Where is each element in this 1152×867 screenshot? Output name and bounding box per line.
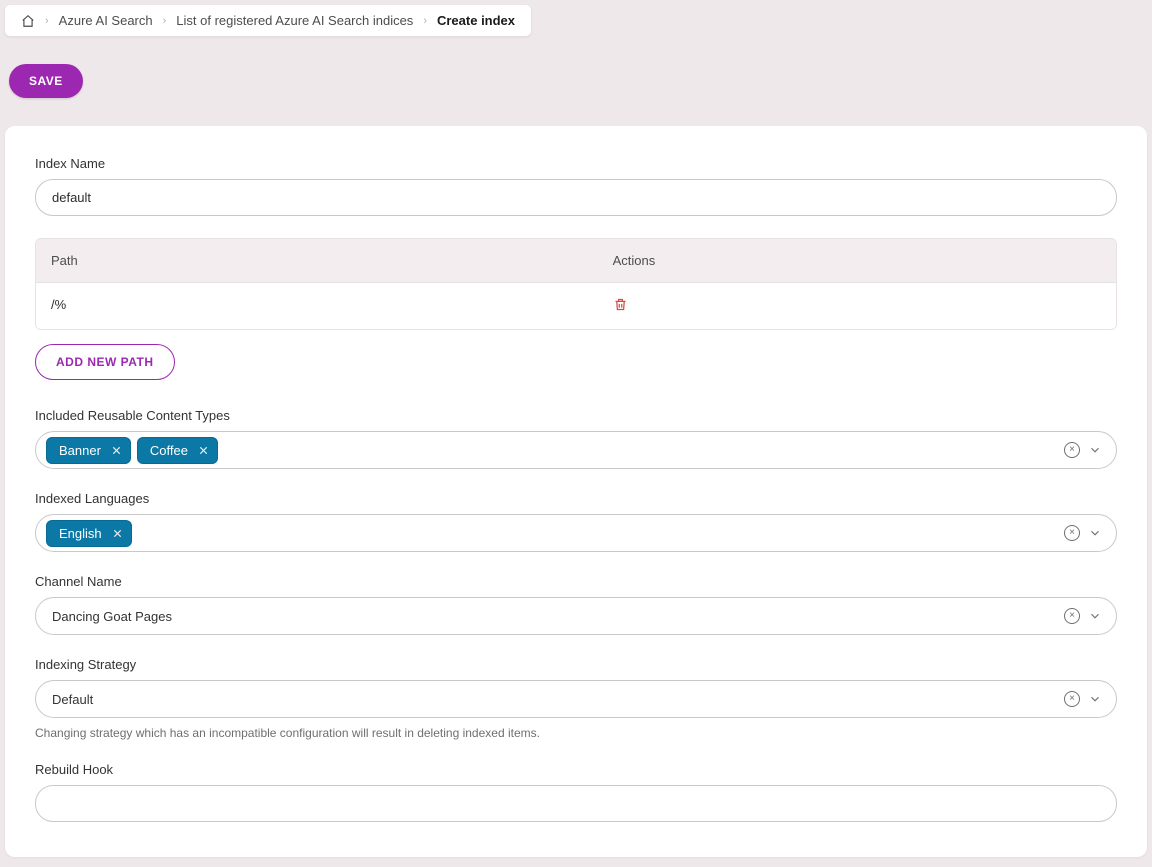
languages-select[interactable]: English ×: [35, 514, 1117, 552]
field-index-name: Index Name: [35, 156, 1117, 216]
channel-value: Dancing Goat Pages: [52, 609, 1058, 624]
chevron-right-icon: ›: [423, 15, 427, 27]
channel-label: Channel Name: [35, 574, 1117, 589]
content-types-label: Included Reusable Content Types: [35, 408, 1117, 423]
path-cell: /%: [36, 283, 598, 329]
field-languages: Indexed Languages English ×: [35, 491, 1117, 552]
breadcrumb: › Azure AI Search › List of registered A…: [5, 5, 531, 36]
rebuild-hook-label: Rebuild Hook: [35, 762, 1117, 777]
channel-select[interactable]: Dancing Goat Pages ×: [35, 597, 1117, 635]
close-icon[interactable]: [111, 445, 122, 456]
field-rebuild-hook: Rebuild Hook: [35, 762, 1117, 822]
breadcrumb-link[interactable]: List of registered Azure AI Search indic…: [176, 13, 413, 28]
path-table-head: Path Actions: [36, 239, 1116, 282]
index-name-label: Index Name: [35, 156, 1117, 171]
breadcrumb-link[interactable]: Azure AI Search: [59, 13, 153, 28]
close-icon[interactable]: [112, 528, 123, 539]
strategy-select[interactable]: Default ×: [35, 680, 1117, 718]
field-strategy: Indexing Strategy Default × Changing str…: [35, 657, 1117, 740]
chip-coffee: Coffee: [137, 437, 218, 464]
field-content-types: Included Reusable Content Types Banner C…: [35, 408, 1117, 469]
strategy-label: Indexing Strategy: [35, 657, 1117, 672]
clear-icon[interactable]: ×: [1064, 691, 1080, 707]
breadcrumb-current: Create index: [437, 13, 515, 28]
path-col-header: Path: [36, 239, 598, 282]
languages-label: Indexed Languages: [35, 491, 1117, 506]
trash-icon[interactable]: [613, 297, 628, 312]
chevron-right-icon: ›: [163, 15, 167, 27]
chevron-down-icon[interactable]: [1088, 692, 1102, 706]
close-icon[interactable]: [198, 445, 209, 456]
chip-label: Banner: [59, 443, 101, 458]
chip-label: Coffee: [150, 443, 188, 458]
home-icon[interactable]: [21, 14, 35, 28]
rebuild-hook-input[interactable]: [35, 785, 1117, 822]
clear-icon[interactable]: ×: [1064, 442, 1080, 458]
chevron-down-icon[interactable]: [1088, 526, 1102, 540]
chevron-down-icon[interactable]: [1088, 609, 1102, 623]
form-card: Index Name Path Actions /%: [5, 126, 1147, 857]
content-types-select[interactable]: Banner Coffee ×: [35, 431, 1117, 469]
strategy-helper: Changing strategy which has an incompati…: [35, 726, 1117, 740]
clear-icon[interactable]: ×: [1064, 525, 1080, 541]
clear-icon[interactable]: ×: [1064, 608, 1080, 624]
add-new-path-button[interactable]: ADD NEW PATH: [35, 344, 175, 380]
chip-banner: Banner: [46, 437, 131, 464]
actions-col-header: Actions: [598, 239, 1116, 282]
strategy-value: Default: [52, 692, 1058, 707]
chip-english: English: [46, 520, 132, 547]
field-channel: Channel Name Dancing Goat Pages ×: [35, 574, 1117, 635]
save-button[interactable]: SAVE: [9, 64, 83, 98]
chevron-right-icon: ›: [45, 15, 49, 27]
path-row: /%: [36, 282, 1116, 329]
chip-label: English: [59, 526, 102, 541]
path-table: Path Actions /%: [35, 238, 1117, 330]
chevron-down-icon[interactable]: [1088, 443, 1102, 457]
index-name-input[interactable]: [35, 179, 1117, 216]
